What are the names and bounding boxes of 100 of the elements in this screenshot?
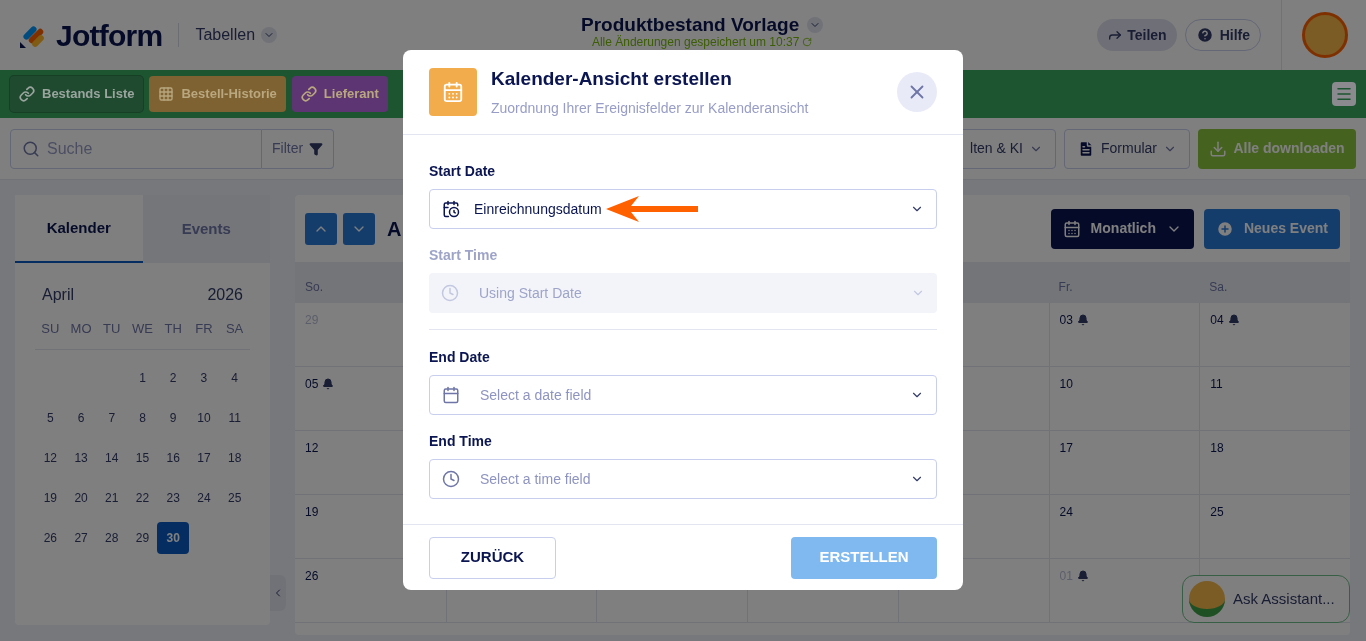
weekday-label: Fr. — [1058, 280, 1073, 294]
menu-icon — [1335, 85, 1353, 103]
month-label: April — [42, 285, 74, 305]
back-button[interactable]: ZURÜCK — [429, 536, 556, 579]
close-button[interactable] — [897, 72, 937, 112]
table-tab[interactable]: Bestands Liste — [10, 76, 144, 112]
day-cell[interactable]: 3 — [187, 361, 220, 394]
day-cell[interactable]: 18 — [218, 441, 251, 474]
help-icon — [1195, 26, 1214, 44]
day-cell[interactable]: 19 — [34, 481, 67, 514]
grid-icon — [158, 86, 175, 102]
weekday-label: FR — [194, 320, 214, 338]
table-tab[interactable]: Lieferant — [291, 76, 388, 112]
chevron-down-icon[interactable] — [807, 16, 824, 33]
document-icon — [1077, 139, 1095, 158]
day-cell[interactable]: 26 — [34, 521, 67, 554]
day-cell[interactable]: 16 — [157, 441, 190, 474]
view-menu-button[interactable]: Monatlich — [1050, 208, 1194, 249]
day-cell[interactable]: 6 — [65, 401, 98, 434]
day-cell[interactable]: 23 — [157, 481, 190, 514]
date-number: 05 — [305, 376, 319, 393]
share-button[interactable]: Teilen — [1097, 19, 1177, 51]
calendar-icon — [442, 386, 460, 404]
document-title[interactable]: Produktbestand Vorlage — [581, 13, 800, 36]
day-cell[interactable]: 28 — [95, 521, 128, 554]
calendar-title: A — [387, 216, 402, 242]
filter-button[interactable]: Filter — [262, 128, 335, 169]
day-cell[interactable]: 2 — [157, 361, 190, 394]
download-icon — [1209, 139, 1228, 158]
date-number: 24 — [1059, 504, 1073, 521]
toolbar-button[interactable]: Formular — [1064, 128, 1190, 169]
weekday-label: So. — [305, 280, 323, 294]
assistant-avatar — [1189, 581, 1225, 617]
day-cell[interactable]: 24 — [187, 481, 220, 514]
day-cell[interactable]: 22 — [126, 481, 159, 514]
day-cell[interactable]: 8 — [126, 401, 159, 434]
day-cell[interactable]: 14 — [95, 441, 128, 474]
section-menu[interactable]: Tabellen — [195, 23, 278, 47]
next-button[interactable] — [343, 212, 375, 245]
weekday-label: MO — [69, 320, 93, 338]
day-cell[interactable]: 5 — [34, 401, 67, 434]
day-cell[interactable]: 13 — [65, 441, 98, 474]
assistant-button[interactable]: Ask Assistant... — [1182, 575, 1350, 623]
dialog-title: Kalender-Ansicht erstellen — [491, 67, 733, 92]
previous-button[interactable] — [305, 212, 337, 245]
date-number: 25 — [1210, 504, 1224, 521]
chevron-down-icon — [261, 27, 278, 43]
select-field[interactable]: Einreichnungsdatum — [429, 189, 937, 229]
avatar[interactable] — [1302, 12, 1348, 58]
field-label: Start Date — [429, 163, 497, 179]
day-cell[interactable]: 1 — [126, 361, 159, 394]
refresh-icon — [802, 37, 813, 47]
day-cell[interactable]: 4 — [218, 361, 251, 394]
table-tab[interactable]: Bestell-Historie — [149, 76, 286, 112]
sidebar-tab[interactable]: Events — [142, 195, 270, 263]
day-cell[interactable]: 9 — [157, 401, 190, 434]
weekday-label: TU — [102, 320, 122, 338]
date-number: 26 — [305, 568, 319, 585]
day-cell[interactable]: 7 — [95, 401, 128, 434]
date-number: 11 — [1210, 376, 1223, 393]
day-cell[interactable]: 29 — [126, 521, 159, 554]
date-number: 04 — [1210, 312, 1224, 329]
day-cell[interactable]: 12 — [34, 441, 67, 474]
day-cell[interactable]: 20 — [65, 481, 98, 514]
day-cell[interactable]: 27 — [65, 521, 98, 554]
date-number: 18 — [1210, 440, 1224, 457]
day-cell[interactable]: 21 — [95, 481, 128, 514]
field-label: Start Time — [429, 247, 499, 263]
menu-button[interactable] — [1332, 82, 1356, 106]
day-cell[interactable]: 10 — [187, 401, 220, 434]
select-field[interactable]: Select a time field — [429, 459, 937, 499]
sidebar-tab[interactable]: Kalender — [15, 195, 143, 263]
date-number: 19 — [305, 504, 319, 521]
calendar-clock-icon — [442, 200, 460, 218]
year-label: 2026 — [207, 285, 243, 305]
day-cell[interactable]: 15 — [126, 441, 159, 474]
weekday-label: Sa. — [1209, 280, 1228, 294]
day-cell[interactable]: 25 — [218, 481, 251, 514]
link-icon — [19, 86, 35, 102]
field-placeholder: Select a date field — [480, 385, 592, 405]
day-cell[interactable]: 17 — [187, 441, 220, 474]
select-field[interactable]: Select a date field — [429, 375, 937, 415]
new-event-button[interactable]: Neues Event — [1203, 208, 1340, 249]
field-placeholder: Select a time field — [480, 469, 591, 489]
field-label: End Date — [429, 349, 491, 365]
weekday-label: SA — [224, 320, 245, 338]
collapse-handle[interactable] — [270, 575, 286, 611]
calendar-icon — [1062, 219, 1081, 238]
save-status: Alle Änderungen gespeichert um 10:37 — [591, 35, 800, 49]
link-icon — [300, 86, 317, 102]
date-number: 03 — [1059, 312, 1073, 329]
day-cell[interactable]: 11 — [218, 401, 251, 434]
day-cell[interactable]: 30 — [157, 521, 190, 554]
dialog-subtitle: Zuordnung Ihrer Ereignisfelder zur Kalenderansicht — [491, 98, 809, 118]
brand-name: Jotform — [56, 17, 163, 54]
weekday-label: TH — [163, 320, 183, 338]
weekday-label: WE — [131, 320, 154, 338]
field-value: Einreichnungsdatum — [474, 199, 602, 219]
search-icon — [22, 139, 40, 158]
field-label: End Time — [429, 433, 493, 449]
